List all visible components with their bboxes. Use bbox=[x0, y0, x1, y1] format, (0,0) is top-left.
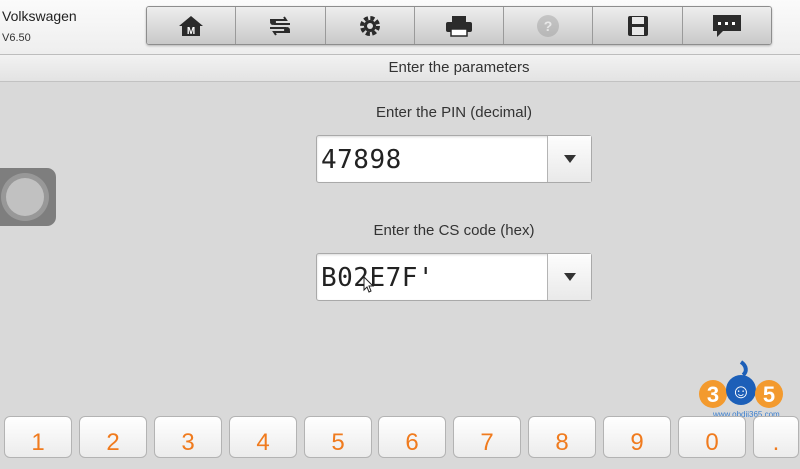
pin-input[interactable]: 47898 bbox=[321, 136, 402, 182]
dropdown-arrow-icon bbox=[563, 273, 576, 281]
cs-combobox[interactable]: B02E7F' bbox=[316, 253, 592, 301]
key-6[interactable]: 6 bbox=[378, 416, 446, 458]
page-title: Enter the parameters bbox=[388, 59, 530, 76]
app-name: Volkswagen bbox=[2, 8, 77, 24]
app-version: V6.50 bbox=[2, 32, 31, 44]
gear-icon bbox=[359, 15, 380, 36]
svg-text:☺: ☺ bbox=[731, 381, 751, 403]
assistive-touch-icon bbox=[6, 178, 44, 216]
assistive-touch-button[interactable] bbox=[0, 168, 56, 226]
cs-input[interactable]: B02E7F' bbox=[321, 254, 434, 300]
settings-button[interactable] bbox=[325, 7, 415, 44]
cs-label: Enter the CS code (hex) bbox=[373, 222, 535, 239]
redaction-mask bbox=[469, 262, 543, 294]
pin-combobox[interactable]: 47898 bbox=[316, 135, 592, 183]
key-8[interactable]: 8 bbox=[528, 416, 596, 458]
pin-dropdown-button[interactable] bbox=[547, 136, 591, 182]
key-dot[interactable]: . bbox=[753, 416, 799, 458]
top-bar: Volkswagen V6.50 M ? bbox=[0, 0, 800, 55]
printer-icon bbox=[445, 15, 472, 37]
key-3[interactable]: 3 bbox=[154, 416, 222, 458]
dropdown-arrow-icon bbox=[563, 155, 576, 163]
key-4[interactable]: 4 bbox=[229, 416, 297, 458]
mouse-cursor-icon bbox=[363, 276, 375, 293]
cs-dropdown-button[interactable] bbox=[547, 254, 591, 300]
key-0[interactable]: 0 bbox=[678, 416, 746, 458]
help-button[interactable]: ? bbox=[504, 7, 594, 44]
help-icon: ? bbox=[537, 14, 560, 37]
save-icon bbox=[627, 15, 648, 36]
key-1[interactable]: 1 bbox=[4, 416, 72, 458]
key-2[interactable]: 2 bbox=[79, 416, 147, 458]
svg-text:?: ? bbox=[544, 18, 553, 34]
svg-text:3: 3 bbox=[707, 382, 719, 407]
pin-label: Enter the PIN (decimal) bbox=[376, 104, 532, 121]
vehicle-swap-icon bbox=[270, 15, 291, 36]
toolbar: M ? bbox=[146, 6, 772, 45]
save-button[interactable] bbox=[593, 7, 683, 44]
change-vehicle-button[interactable] bbox=[236, 7, 326, 44]
svg-text:5: 5 bbox=[763, 382, 775, 407]
app-brand: Volkswagen V6.50 bbox=[2, 7, 77, 47]
home-icon: M bbox=[179, 15, 204, 37]
key-9[interactable]: 9 bbox=[603, 416, 671, 458]
key-5[interactable]: 5 bbox=[304, 416, 372, 458]
key-7[interactable]: 7 bbox=[453, 416, 521, 458]
message-button[interactable] bbox=[682, 7, 771, 44]
home-button[interactable]: M bbox=[147, 7, 237, 44]
message-icon bbox=[712, 14, 741, 37]
svg-text:M: M bbox=[187, 26, 195, 37]
print-button[interactable] bbox=[414, 7, 505, 44]
page-title-bar: Enter the parameters bbox=[0, 55, 800, 82]
numeric-keypad: 1 2 3 4 5 6 7 8 9 0 . bbox=[0, 413, 800, 458]
watermark-365-icon: 3 ☺ 5 bbox=[699, 360, 783, 408]
